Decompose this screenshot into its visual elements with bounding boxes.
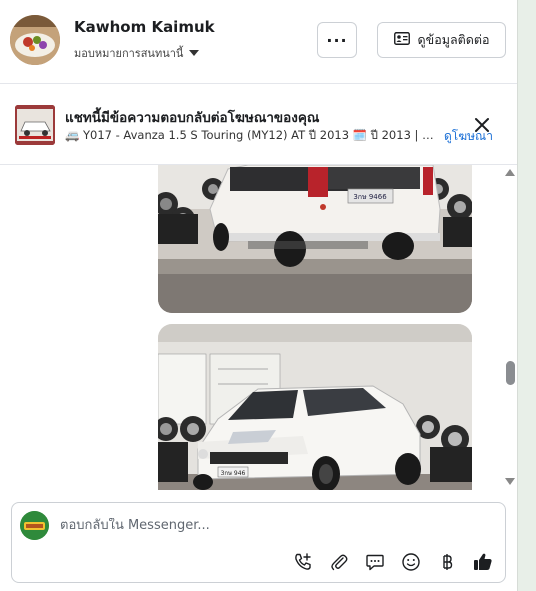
avatar[interactable] — [10, 15, 60, 65]
reply-composer — [11, 502, 506, 583]
contact-card-icon — [393, 32, 410, 48]
ad-reply-banner: แชทนี้มีข้อความตอบกลับต่อโฆษณาของคุณ 🚐 Y… — [0, 85, 517, 165]
ad-description: 🚐 Y017 - Avanza 1.5 S Touring (MY12) AT … — [65, 128, 437, 142]
chat-bubble-icon[interactable] — [364, 551, 386, 573]
scroll-down-arrow-icon[interactable] — [505, 478, 515, 485]
phone-plus-icon[interactable] — [292, 551, 314, 573]
assign-label: มอบหมายการสนทนานี้ — [74, 47, 184, 60]
thumbs-up-icon[interactable] — [472, 551, 494, 573]
message-photo[interactable]: 3กษ 946 — [158, 324, 472, 490]
more-options-button[interactable]: ··· — [317, 22, 357, 58]
message-thread: 3กษ 9466 3กษ 946 — [0, 165, 517, 490]
ad-thumbnail — [15, 105, 55, 145]
smiley-icon[interactable] — [400, 551, 422, 573]
conversation-header: Kawhom Kaimuk มอบหมายการสนทนานี้ ··· ดูข… — [0, 0, 517, 84]
contact-name: Kawhom Kaimuk — [74, 18, 215, 36]
view-contact-label: ดูข้อมูลติดต่อ — [417, 32, 490, 47]
paperclip-icon[interactable] — [328, 551, 350, 573]
page-avatar — [20, 511, 49, 540]
license-plate-text: 3กษ 946 — [221, 470, 246, 477]
baht-icon[interactable] — [436, 551, 458, 573]
chevron-down-icon — [189, 50, 200, 56]
scroll-up-arrow-icon[interactable] — [505, 169, 515, 176]
side-panel-edge — [517, 0, 536, 591]
ad-banner-title: แชทนี้มีข้อความตอบกลับต่อโฆษณาของคุณ — [65, 110, 320, 126]
assign-conversation-dropdown[interactable]: มอบหมายการสนทนานี้ — [74, 44, 200, 62]
license-plate-text: 3กษ 9466 — [353, 193, 387, 201]
scrollbar-thumb[interactable] — [506, 361, 515, 385]
message-photo[interactable]: 3กษ 9466 — [158, 165, 472, 313]
close-icon[interactable] — [472, 115, 492, 135]
view-contact-button[interactable]: ดูข้อมูลติดต่อ — [377, 22, 506, 58]
reply-input[interactable] — [60, 518, 480, 533]
